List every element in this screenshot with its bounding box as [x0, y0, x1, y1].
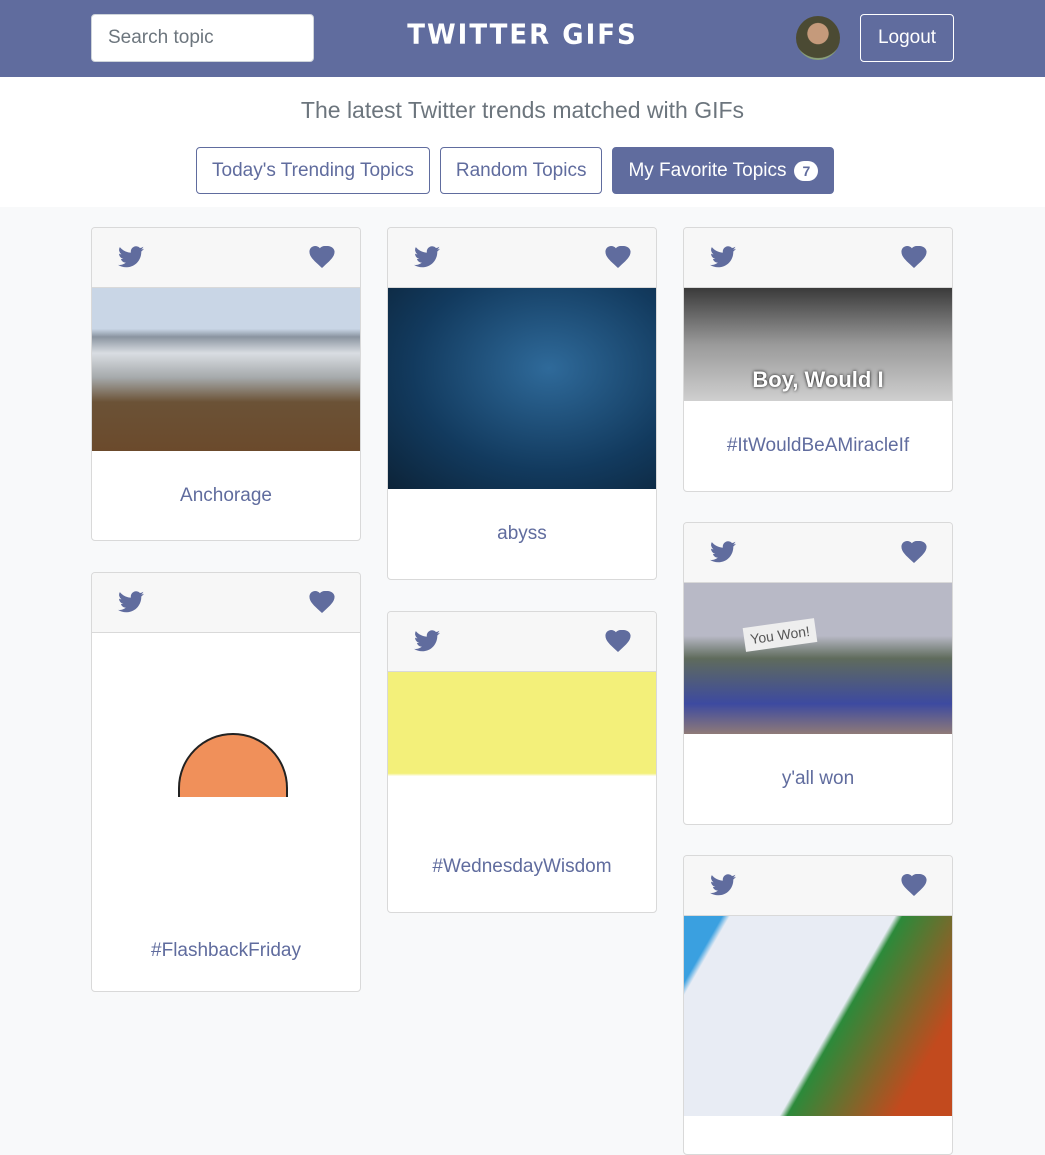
gif-image[interactable] — [388, 672, 656, 821]
gif-image[interactable] — [92, 288, 360, 451]
navbar: TWITTER GIFS Logout — [0, 0, 1045, 77]
topic-card: abyss — [387, 227, 657, 580]
tab-label: Random Topics — [455, 159, 587, 181]
topic-card: Boy, Would I #ItWouldBeAMiracleIf — [683, 227, 953, 492]
twitter-icon[interactable] — [118, 246, 144, 273]
twitter-icon[interactable] — [710, 874, 736, 901]
gif-caption: Boy, Would I — [752, 367, 884, 392]
twitter-icon[interactable] — [414, 630, 440, 657]
favorites-count-badge: 7 — [794, 160, 819, 181]
twitter-icon[interactable] — [118, 591, 144, 618]
card-header — [92, 228, 360, 288]
tab-favorites[interactable]: My Favorite Topics 7 — [612, 147, 835, 194]
card-title[interactable]: Anchorage — [92, 451, 360, 540]
heart-icon[interactable] — [901, 874, 927, 901]
hero: The latest Twitter trends matched with G… — [0, 77, 1045, 207]
heart-icon[interactable] — [309, 591, 335, 618]
card-header — [388, 612, 656, 672]
topic-card: Anchorage — [91, 227, 361, 541]
tab-label: Today's Trending Topics — [212, 159, 414, 181]
gif-caption: You Won! — [742, 618, 818, 652]
card-title[interactable]: #WednesdayWisdom — [388, 821, 656, 912]
card-title[interactable] — [684, 1116, 952, 1154]
topic-card: You Won! y'all won — [683, 522, 953, 825]
tab-label: My Favorite Topics — [628, 159, 787, 181]
card-header — [684, 856, 952, 916]
heart-icon[interactable] — [605, 630, 631, 657]
tab-trending[interactable]: Today's Trending Topics — [196, 147, 430, 194]
topic-card — [683, 855, 953, 1155]
card-header — [388, 228, 656, 288]
topic-card: #FlashbackFriday — [91, 572, 361, 992]
avatar[interactable] — [796, 16, 840, 60]
gif-image[interactable] — [684, 916, 952, 1116]
card-header — [684, 523, 952, 583]
gif-image[interactable]: You Won! — [684, 583, 952, 734]
heart-icon[interactable] — [901, 541, 927, 568]
logout-button[interactable]: Logout — [860, 14, 954, 62]
twitter-icon[interactable] — [710, 246, 736, 273]
card-title[interactable]: #FlashbackFriday — [92, 911, 360, 991]
twitter-icon[interactable] — [710, 541, 736, 568]
gif-image[interactable] — [92, 633, 360, 911]
card-header — [92, 573, 360, 633]
card-title[interactable]: y'all won — [684, 734, 952, 824]
tagline: The latest Twitter trends matched with G… — [300, 97, 745, 123]
tab-random[interactable]: Random Topics — [439, 147, 603, 194]
card-title[interactable]: abyss — [388, 489, 656, 579]
topic-tabs: Today's Trending Topics Random Topics My… — [196, 147, 835, 194]
card-header — [684, 228, 952, 288]
gif-image[interactable]: Boy, Would I — [684, 288, 952, 401]
twitter-icon[interactable] — [414, 246, 440, 273]
topic-card: #WednesdayWisdom — [387, 611, 657, 913]
gif-image[interactable] — [388, 288, 656, 489]
card-title[interactable]: #ItWouldBeAMiracleIf — [684, 401, 952, 491]
heart-icon[interactable] — [901, 246, 927, 273]
heart-icon[interactable] — [605, 246, 631, 273]
cartoon-face — [178, 733, 288, 797]
heart-icon[interactable] — [309, 246, 335, 273]
